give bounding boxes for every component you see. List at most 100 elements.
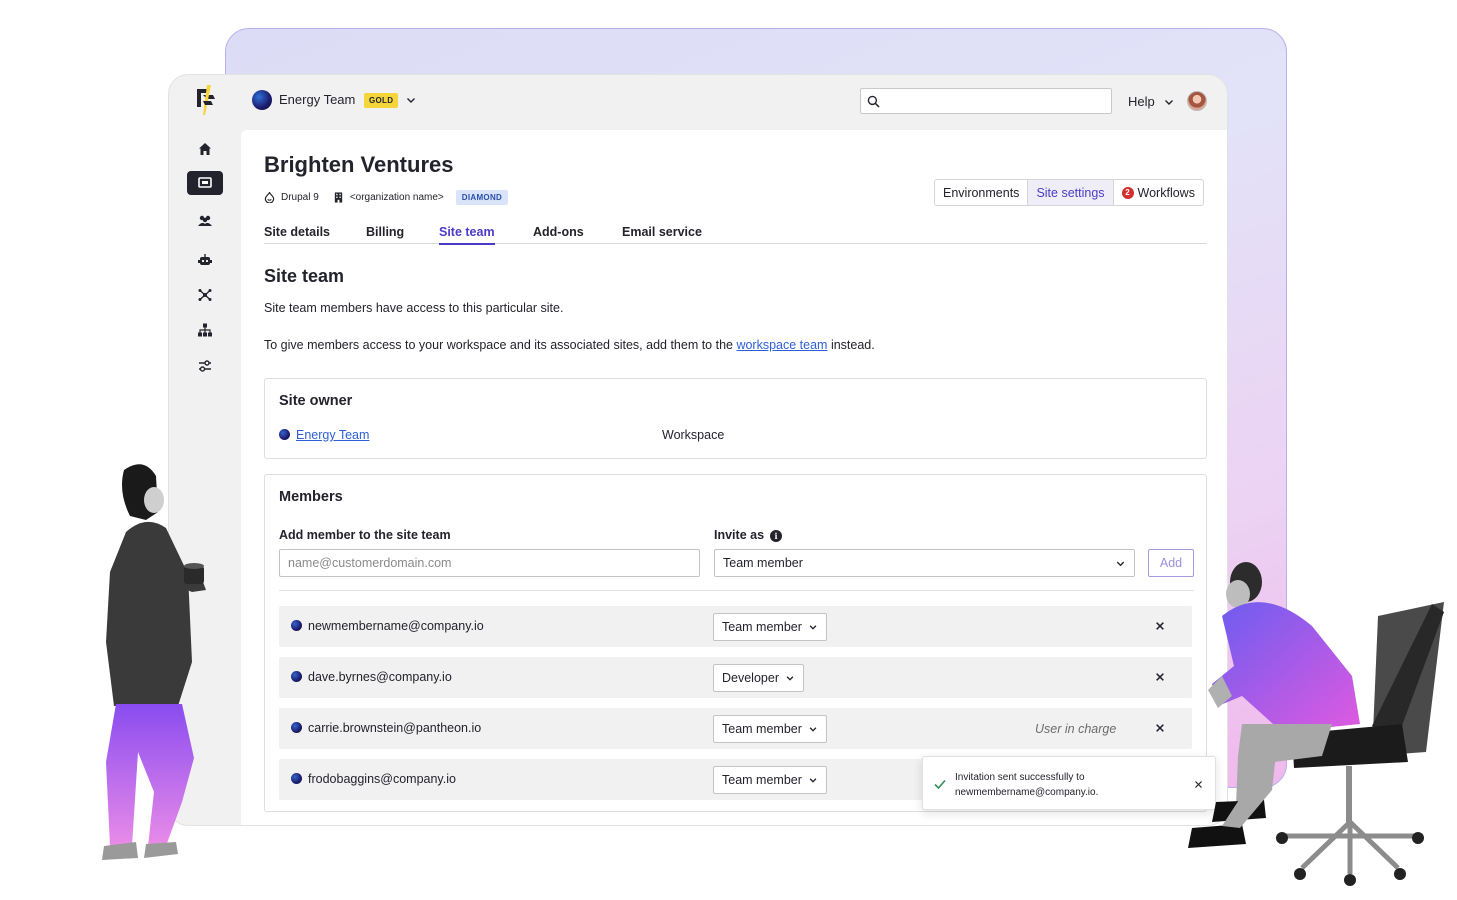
org-name[interactable]: Energy Team — [279, 92, 355, 107]
workspace-hint-suffix: instead. — [827, 338, 875, 352]
member-email-text: dave.byrnes@company.io — [308, 670, 452, 684]
owner-entry: Energy Team — [279, 428, 369, 442]
divider — [279, 590, 1194, 591]
member-email-text: newmembername@company.io — [308, 619, 484, 633]
members-heading: Members — [279, 489, 343, 505]
chevron-down-icon[interactable] — [405, 94, 417, 106]
member-role-select[interactable]: Developer — [713, 664, 804, 692]
chevron-down-icon — [809, 727, 817, 732]
app-window: Energy Team GOLD Help Brighten Ventures … — [168, 74, 1228, 826]
sites-icon[interactable] — [187, 171, 223, 195]
settings-sliders-icon[interactable] — [187, 354, 223, 378]
settings-tabs: Site details Billing Site team Add-ons E… — [264, 225, 1207, 245]
main-content: Brighten Ventures Drupal 9 <organization… — [241, 130, 1227, 825]
tab-billing[interactable]: Billing — [366, 225, 404, 243]
chevron-down-icon — [1116, 561, 1125, 566]
invite-as-text: Invite as — [714, 528, 765, 542]
integrations-icon[interactable] — [187, 283, 223, 307]
tab-email-service[interactable]: Email service — [622, 225, 702, 243]
drupal-icon — [264, 192, 275, 203]
robot-icon[interactable] — [187, 248, 223, 272]
site-owner-card: Site owner Energy Team Workspace — [264, 378, 1207, 459]
hierarchy-icon[interactable] — [187, 318, 223, 342]
user-avatar[interactable] — [1187, 91, 1207, 111]
member-email: frodobaggins@company.io — [291, 772, 456, 786]
team-icon[interactable] — [187, 209, 223, 233]
invite-role-value: Team member — [723, 556, 803, 570]
plan-badge: DIAMOND — [455, 190, 509, 205]
member-email: carrie.brownstein@pantheon.io — [291, 721, 481, 735]
member-email-text: carrie.brownstein@pantheon.io — [308, 721, 482, 735]
member-email: dave.byrnes@company.io — [291, 670, 452, 684]
workflows-label: Workflows — [1137, 185, 1195, 200]
member-row: dave.byrnes@company.io Developer — [279, 657, 1192, 698]
member-role-select[interactable]: Team member — [713, 715, 827, 743]
info-icon[interactable]: i — [770, 530, 783, 542]
remove-member-close-icon[interactable] — [1152, 720, 1168, 736]
member-role-value: Team member — [722, 722, 802, 736]
add-member-label: Add member to the site team — [279, 528, 451, 542]
workspace-hint-prefix: To give members access to your workspace… — [264, 338, 737, 352]
seated-person-illustration — [1188, 562, 1444, 886]
chevron-down-icon — [786, 676, 794, 681]
member-row: newmembername@company.io Team member — [279, 606, 1192, 647]
member-role-value: Developer — [722, 671, 779, 685]
invite-role-select[interactable]: Team member — [714, 549, 1135, 577]
chevron-down-icon — [1164, 99, 1173, 105]
member-email-input[interactable] — [279, 549, 700, 577]
member-email-text: frodobaggins@company.io — [308, 772, 456, 786]
member-avatar — [291, 671, 302, 682]
member-role-select[interactable]: Team member — [713, 766, 827, 794]
member-role-value: Team member — [722, 773, 802, 787]
intro-text: Site team members have access to this pa… — [264, 301, 564, 315]
owner-type: Workspace — [662, 428, 725, 442]
page-title: Brighten Ventures — [264, 152, 454, 177]
platform-label: Drupal 9 — [281, 192, 319, 203]
remove-member-close-icon[interactable] — [1152, 618, 1168, 634]
member-avatar — [291, 620, 302, 631]
check-icon — [934, 779, 946, 790]
workspace-hint: To give members access to your workspace… — [264, 338, 875, 352]
tab-add-ons[interactable]: Add-ons — [533, 225, 584, 243]
member-email: newmembername@company.io — [291, 619, 484, 633]
pantheon-logo-icon[interactable] — [195, 85, 217, 115]
workflows-count-badge: 2 — [1121, 186, 1134, 199]
help-label: Help — [1128, 94, 1155, 109]
site-owner-heading: Site owner — [279, 393, 353, 409]
organization-label: <organization name> — [349, 192, 444, 203]
help-menu[interactable]: Help — [1128, 94, 1175, 109]
building-icon — [334, 192, 342, 203]
owner-link[interactable]: Energy Team — [296, 428, 369, 442]
workflows-button[interactable]: 2 Workflows — [1114, 180, 1203, 205]
environments-button[interactable]: Environments — [935, 180, 1029, 205]
site-settings-button[interactable]: Site settings — [1028, 180, 1114, 205]
member-avatar — [291, 722, 302, 733]
invitation-toast: Invitation sent successfully to newmembe… — [922, 756, 1216, 810]
workspace-team-link[interactable]: workspace team — [736, 338, 827, 352]
invite-as-label: Invite as i — [714, 528, 783, 542]
remove-member-close-icon[interactable] — [1152, 669, 1168, 685]
member-role-value: Team member — [722, 620, 802, 634]
org-avatar[interactable] — [252, 90, 272, 110]
user-in-charge-note: User in charge — [1035, 722, 1117, 736]
standing-person-illustration — [102, 464, 206, 860]
tier-badge: GOLD — [364, 93, 399, 108]
site-view-switcher: Environments Site settings 2 Workflows — [934, 179, 1204, 206]
search-field[interactable] — [860, 88, 1112, 114]
tab-site-team[interactable]: Site team — [439, 225, 495, 245]
section-heading: Site team — [264, 266, 345, 286]
toast-line-2: newmembername@company.io. — [955, 787, 1099, 798]
member-row: carrie.brownstein@pantheon.io Team membe… — [279, 708, 1192, 749]
search-input[interactable] — [885, 91, 1105, 111]
chevron-down-icon — [809, 778, 817, 783]
site-meta: Drupal 9 <organization name> DIAMOND — [264, 190, 509, 205]
chevron-down-icon — [809, 625, 817, 630]
home-icon[interactable] — [187, 137, 223, 161]
member-role-select[interactable]: Team member — [713, 613, 827, 641]
toast-line-1: Invitation sent successfully to — [955, 772, 1085, 783]
tab-site-details[interactable]: Site details — [264, 225, 330, 243]
member-avatar — [291, 773, 302, 784]
owner-avatar — [279, 429, 290, 440]
search-icon — [867, 95, 880, 108]
toast-message: Invitation sent successfully to newmembe… — [955, 770, 1175, 800]
